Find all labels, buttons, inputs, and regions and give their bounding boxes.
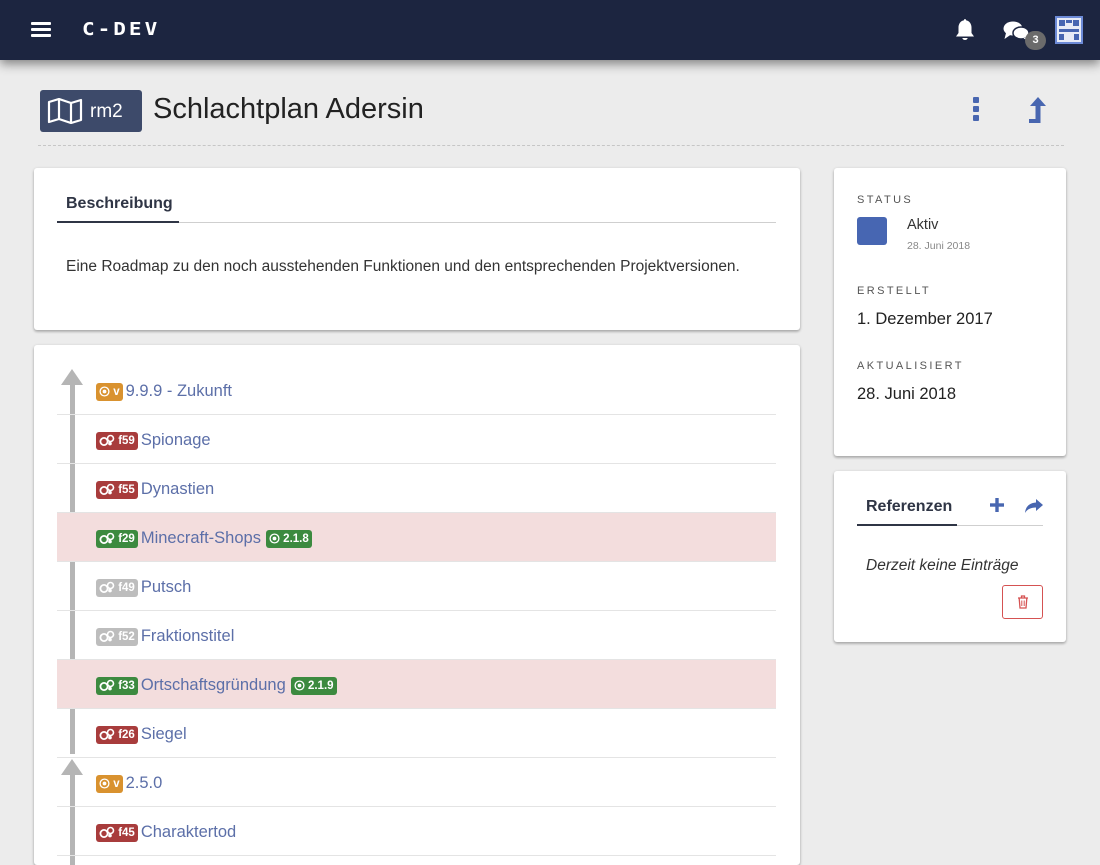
references-card: Referenzen Derzeit keine Einträge [834,471,1066,642]
bell-icon[interactable] [954,18,976,42]
updated-value: 28. Juni 2018 [857,385,957,403]
roadmap-row: v 2.5.0 [57,758,776,807]
cogs-icon [99,532,115,544]
feature-link[interactable]: Ortschaftsgründung [141,676,286,695]
tag-code: f45 [118,826,135,839]
tag-code: f55 [118,483,135,496]
roadmap-row: f49 Putsch [57,562,776,611]
roadmap-row: v 9.9.9 - Zukunft [57,366,776,415]
roadmap-row: f55 Dynastien [57,464,776,513]
feature-link[interactable]: Fraktionstitel [141,627,235,646]
version-tag: v [96,774,123,793]
status-color-swatch [857,217,887,245]
status-value: Aktiv [907,217,939,233]
cogs-icon [99,483,115,495]
created-value: 1. Dezember 2017 [857,310,993,328]
roadmap-row: f59 Spionage [57,415,776,464]
status-date: 28. Juni 2018 [907,240,971,252]
description-card: Beschreibung Eine Roadmap zu den noch au… [34,168,800,330]
release-version-text: 2.1.9 [307,679,334,692]
updated-label: AKTUALISIERT [857,360,964,372]
cogs-icon [99,728,115,740]
tag-code: v [113,385,120,398]
tag-code: f26 [118,728,135,741]
app-logo[interactable]: C-DEV [82,19,160,39]
top-bar: C-DEV 3 [0,0,1100,60]
description-text: Eine Roadmap zu den noch ausstehenden Fu… [66,258,740,275]
release-version-text: 2.1.8 [283,532,309,545]
kebab-icon[interactable] [971,97,981,123]
release-version-tag[interactable]: 2.1.8 [265,529,312,548]
feature-tag: f26 [96,725,138,744]
cogs-icon [99,630,115,642]
chat-badge: 3 [1025,31,1046,50]
roadmap-code-badge: rm2 [40,90,142,132]
share-icon[interactable] [1024,498,1044,514]
roadmap-card: v 9.9.9 - Zukunft f59 Spionage f55 Dynastie… [34,345,800,865]
tab-description[interactable]: Beschreibung [66,195,173,213]
tag-code: v [113,777,120,790]
tab-underline [57,221,776,223]
tab-references[interactable]: Referenzen [866,498,952,516]
feature-link[interactable]: Putsch [141,578,191,597]
page-title: Schlachtplan Adersin [153,93,424,125]
header-divider [38,145,1064,146]
tab-underline [857,524,1043,526]
version-link[interactable]: 9.9.9 - Zukunft [126,382,232,401]
target-icon [99,385,110,397]
created-label: ERSTELLT [857,285,932,297]
status-label: STATUS [857,194,914,206]
target-icon [269,532,280,544]
cogs-icon [99,679,115,691]
target-icon [294,679,305,691]
release-version-tag[interactable]: 2.1.9 [290,676,337,695]
feature-link[interactable]: Minecraft-Shops [141,529,261,548]
avatar-icon[interactable] [1055,16,1083,44]
roadmap-row: f45 Charaktertod [57,807,776,856]
tag-code: f29 [118,532,135,545]
delete-button[interactable] [1002,585,1043,619]
tag-code: f33 [118,679,135,692]
tag-code: f49 [118,581,135,594]
version-tag: v [96,382,123,401]
feature-tag: f52 [96,627,138,646]
feature-link[interactable]: Spionage [141,431,211,450]
map-icon [47,98,83,124]
hamburger-icon[interactable] [31,22,51,38]
feature-link[interactable]: Charaktertod [141,823,236,842]
tag-code: f59 [118,434,135,447]
feature-tag: f55 [96,480,138,499]
trash-icon [1018,595,1028,609]
status-card: STATUS Aktiv 28. Juni 2018 ERSTELLT 1. D… [834,168,1066,456]
plus-icon[interactable] [989,497,1005,513]
feature-tag: f45 [96,823,138,842]
feature-tag: f59 [96,431,138,450]
roadmap-row: f26 Siegel [57,709,776,758]
cogs-icon [99,581,115,593]
version-link[interactable]: 2.5.0 [126,774,163,793]
cogs-icon [99,434,115,446]
cogs-icon [99,826,115,838]
feature-tag: f49 [96,578,138,597]
target-icon [99,777,110,789]
upload-icon[interactable] [1027,96,1049,124]
tag-code: f52 [118,630,135,643]
feature-link[interactable]: Dynastien [141,480,214,499]
roadmap-row: f52 Fraktionstitel [57,611,776,660]
empty-state-text: Derzeit keine Einträge [866,557,1019,574]
feature-tag: f33 [96,676,138,695]
roadmap-row: f29 Minecraft-Shops 2.1.8 [57,513,776,562]
feature-link[interactable]: Siegel [141,725,187,744]
roadmap-row: f33 Ortschaftsgründung 2.1.9 [57,660,776,709]
feature-tag: f29 [96,529,138,548]
roadmap-code: rm2 [90,101,123,122]
